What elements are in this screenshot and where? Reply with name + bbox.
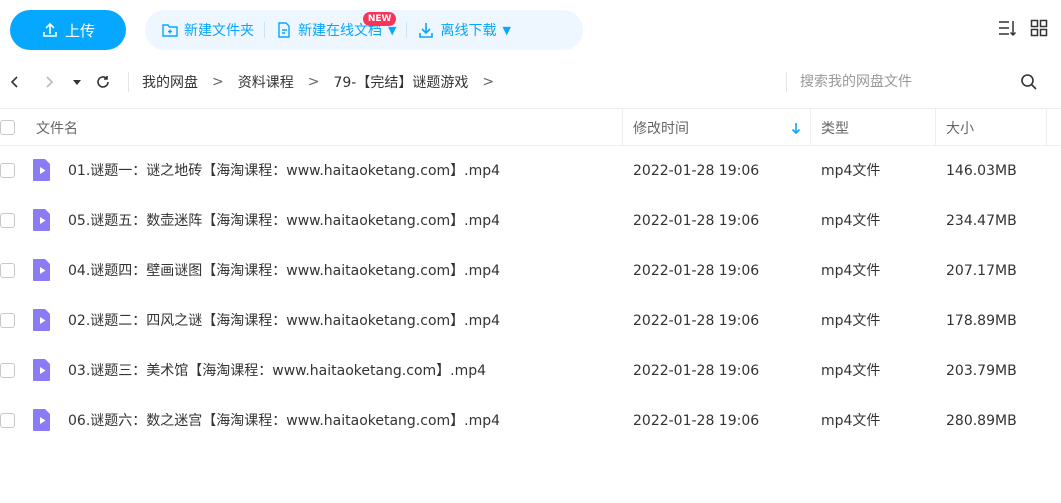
file-size: 203.79MB <box>946 363 1017 379</box>
new-online-doc-button[interactable]: 新建在线文档 ▼ NEW <box>269 12 402 40</box>
breadcrumb-separator: > <box>212 74 224 90</box>
file-type: mp4文件 <box>821 313 881 329</box>
action-group: 新建文件夹 新建在线文档 ▼ NEW 离线下载 ▼ <box>145 10 583 50</box>
new-folder-button[interactable]: 新建文件夹 <box>155 20 260 40</box>
chevron-down-icon: ▼ <box>502 23 511 37</box>
grid-view-icon[interactable] <box>1029 18 1049 38</box>
toolbar: 上传 新建文件夹 新建在线文档 ▼ NEW 离线下载 ▼ <box>0 0 1061 60</box>
row-checkbox[interactable] <box>0 163 15 178</box>
search-input[interactable] <box>800 68 1020 96</box>
file-modified: 2022-01-28 19:06 <box>633 413 760 429</box>
table-row[interactable]: 05.谜题五：数壶迷阵【海淘课程：www.haitaoketang.com】.m… <box>0 196 1061 246</box>
new-folder-label: 新建文件夹 <box>184 23 254 39</box>
folder-plus-icon <box>162 24 178 37</box>
doc-edit-icon <box>278 22 290 38</box>
video-file-icon <box>33 259 50 281</box>
forward-button[interactable] <box>36 69 62 95</box>
select-all-cell <box>0 109 15 146</box>
file-name[interactable]: 01.谜题一：谜之地砖【海淘课程：www.haitaoketang.com】.m… <box>68 146 500 196</box>
history-dropdown[interactable] <box>64 69 90 95</box>
sort-descending-icon <box>791 123 801 135</box>
column-header-modified[interactable]: 修改时间 <box>633 109 689 146</box>
navigation-bar: 我的网盘 > 资料课程 > 79-【完结】谜题游戏 > <box>0 62 1061 102</box>
file-type: mp4文件 <box>821 163 881 179</box>
divider <box>128 72 129 92</box>
table-row[interactable]: 03.谜题三：美术馆【海淘课程：www.haitaoketang.com】.mp… <box>0 346 1061 396</box>
file-name[interactable]: 06.谜题六：数之迷宫【海淘课程：www.haitaoketang.com】.m… <box>68 396 500 446</box>
column-header-type[interactable]: 类型 <box>821 109 849 146</box>
file-size: 178.89MB <box>946 313 1017 329</box>
file-type: mp4文件 <box>821 413 881 429</box>
upload-label: 上传 <box>64 21 95 40</box>
row-checkbox[interactable] <box>0 413 15 428</box>
upload-button[interactable]: 上传 <box>10 10 126 50</box>
file-name[interactable]: 03.谜题三：美术馆【海淘课程：www.haitaoketang.com】.mp… <box>68 346 486 396</box>
breadcrumb-separator: > <box>307 74 320 90</box>
breadcrumb-item[interactable]: 我的网盘 <box>142 72 198 92</box>
sort-list-icon[interactable] <box>997 18 1017 38</box>
table-row[interactable]: 02.谜题二：四风之谜【海淘课程：www.haitaoketang.com】.m… <box>0 296 1061 346</box>
video-file-icon <box>33 409 50 431</box>
refresh-icon <box>97 76 109 88</box>
file-name[interactable]: 04.谜题四：壁画谜图【海淘课程：www.haitaoketang.com】.m… <box>68 246 500 296</box>
file-size: 146.03MB <box>946 163 1017 179</box>
video-file-icon <box>33 159 50 181</box>
file-name[interactable]: 05.谜题五：数壶迷阵【海淘课程：www.haitaoketang.com】.m… <box>68 196 500 246</box>
column-divider <box>622 109 623 146</box>
refresh-button[interactable] <box>90 69 116 95</box>
file-size: 280.89MB <box>946 413 1017 429</box>
file-type: mp4文件 <box>821 363 881 379</box>
breadcrumb-item[interactable]: 资料课程 <box>238 72 294 92</box>
file-modified: 2022-01-28 19:06 <box>633 313 760 329</box>
table-header: 文件名 修改时间 类型 大小 <box>0 108 1061 146</box>
breadcrumb-separator: > <box>482 74 495 90</box>
row-checkbox[interactable] <box>0 363 15 378</box>
breadcrumb-item[interactable]: 79-【完结】谜题游戏 <box>333 72 468 92</box>
file-modified: 2022-01-28 19:06 <box>633 363 760 379</box>
offline-download-button[interactable]: 离线下载 ▼ <box>411 20 516 40</box>
select-all-checkbox[interactable] <box>0 120 15 135</box>
video-file-icon <box>33 209 50 231</box>
new-badge: NEW <box>362 12 397 26</box>
column-header-size[interactable]: 大小 <box>946 109 974 146</box>
divider <box>786 72 787 92</box>
upload-arrow-icon <box>43 22 57 37</box>
file-list: 01.谜题一：谜之地砖【海淘课程：www.haitaoketang.com】.m… <box>0 146 1061 446</box>
column-divider <box>1046 109 1047 146</box>
search-icon[interactable] <box>1020 73 1038 91</box>
file-size: 234.47MB <box>946 213 1017 229</box>
video-file-icon <box>33 309 50 331</box>
table-row[interactable]: 04.谜题四：壁画谜图【海淘课程：www.haitaoketang.com】.m… <box>0 246 1061 296</box>
column-header-name[interactable]: 文件名 <box>36 109 78 146</box>
row-checkbox[interactable] <box>0 263 15 278</box>
chevron-right-icon <box>46 76 54 88</box>
file-size: 207.17MB <box>946 263 1017 279</box>
view-controls <box>997 18 1049 38</box>
caret-down-icon <box>73 80 81 85</box>
download-icon <box>419 23 434 38</box>
file-type: mp4文件 <box>821 213 881 229</box>
column-divider <box>935 109 936 146</box>
file-name[interactable]: 02.谜题二：四风之谜【海淘课程：www.haitaoketang.com】.m… <box>68 296 500 346</box>
row-checkbox[interactable] <box>0 313 15 328</box>
breadcrumb: 我的网盘 > 资料课程 > 79-【完结】谜题游戏 > <box>142 62 508 102</box>
separator <box>264 22 265 38</box>
file-modified: 2022-01-28 19:06 <box>633 213 760 229</box>
table-row[interactable]: 01.谜题一：谜之地砖【海淘课程：www.haitaoketang.com】.m… <box>0 146 1061 196</box>
table-row[interactable]: 06.谜题六：数之迷宫【海淘课程：www.haitaoketang.com】.m… <box>0 396 1061 446</box>
file-modified: 2022-01-28 19:06 <box>633 163 760 179</box>
offline-download-label: 离线下载 <box>440 23 497 39</box>
back-button[interactable] <box>2 69 28 95</box>
separator <box>406 22 408 38</box>
video-file-icon <box>33 359 50 381</box>
file-type: mp4文件 <box>821 263 881 279</box>
chevron-left-icon <box>10 76 18 88</box>
column-divider <box>810 109 811 146</box>
row-checkbox[interactable] <box>0 213 15 228</box>
file-modified: 2022-01-28 19:06 <box>633 263 760 279</box>
